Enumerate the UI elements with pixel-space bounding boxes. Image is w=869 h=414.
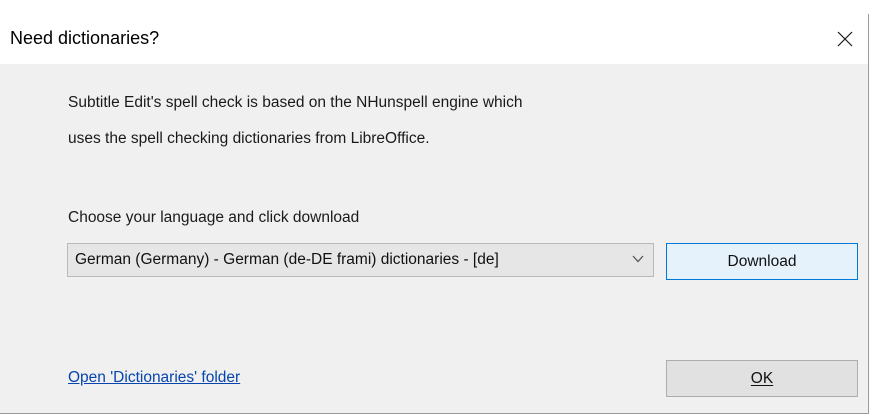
close-button[interactable] — [822, 14, 868, 64]
dialog-title: Need dictionaries? — [10, 28, 160, 48]
open-dictionaries-folder-link[interactable]: Open 'Dictionaries' folder — [68, 369, 240, 387]
background-window-strip — [0, 0, 869, 14]
need-dictionaries-dialog: Need dictionaries? Subtitle Edit's spell… — [0, 14, 869, 414]
chevron-down-icon — [632, 255, 644, 263]
intro-text-line-2: uses the spell checking dictionaries fro… — [68, 130, 430, 147]
ok-button-label: OK — [750, 369, 774, 387]
close-icon — [837, 31, 853, 47]
screen: Need dictionaries? Subtitle Edit's spell… — [0, 0, 869, 414]
dialog-titlebar: Need dictionaries? — [0, 14, 868, 64]
language-dropdown-value: German (Germany) - German (de-DE frami) … — [75, 251, 499, 268]
choose-language-label: Choose your language and click download — [68, 209, 360, 226]
language-dropdown[interactable]: German (Germany) - German (de-DE frami) … — [67, 243, 654, 277]
intro-text-line-1: Subtitle Edit's spell check is based on … — [68, 94, 523, 111]
download-button-label: Download — [727, 252, 797, 270]
ok-button[interactable]: OK — [666, 360, 858, 397]
download-button[interactable]: Download — [666, 243, 858, 280]
